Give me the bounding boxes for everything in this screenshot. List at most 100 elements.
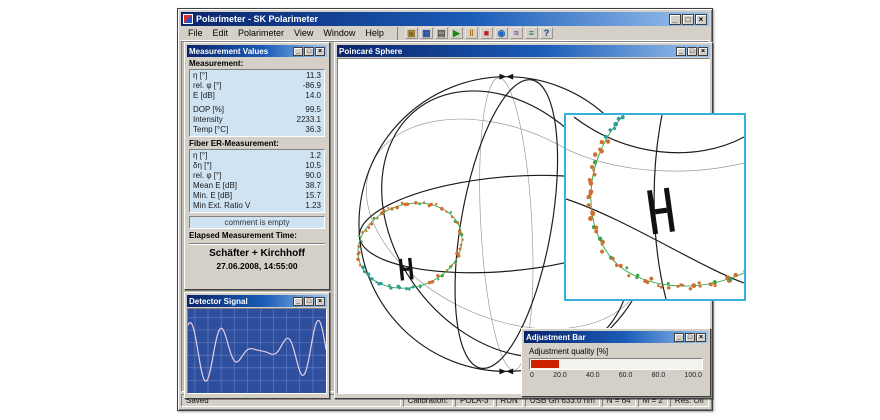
menu-view[interactable]: View [289,27,318,39]
timestamp-label: 27.06.2008, 14:55:00 [187,261,327,271]
minimize-button[interactable]: _ [293,47,303,56]
row-label: rel. φ [°] [193,81,221,91]
tick-label: 40.0 [586,372,600,379]
measurement-row: rel. φ [°]90.0 [193,171,321,181]
detector-signal-plot [187,308,327,394]
zoom-inset [564,113,746,301]
minimize-button[interactable]: _ [674,333,684,342]
row-label: Intensity [193,115,223,125]
row-value: 38.7 [305,181,321,191]
open-file-icon[interactable]: ▣ [405,27,418,39]
close-button[interactable]: × [315,297,325,306]
row-value: 1.23 [305,201,321,211]
detector-signal-titlebar[interactable]: Detector Signal _□× [187,295,327,307]
menu-help[interactable]: Help [360,27,389,39]
close-button[interactable]: × [698,47,708,56]
row-value: 14.0 [305,91,321,101]
minimize-button[interactable]: _ [669,14,681,25]
row-label: η [°] [193,71,207,81]
adjustment-quality-fill [531,360,559,368]
measurement-row: E [dB] 14.0 [193,91,321,101]
menu-polarimeter[interactable]: Polarimeter [233,27,289,39]
poincare-sphere-title: Poincaré Sphere [339,47,674,56]
measurement-values-titlebar[interactable]: Measurement Values _□× [187,45,327,57]
measurement-row: Temp [°C]36.3 [193,125,321,135]
menu-window[interactable]: Window [318,27,360,39]
close-button[interactable]: × [695,14,707,25]
print-icon[interactable]: ▤ [435,27,448,39]
sphere-marker-h [399,258,414,281]
tick-label: 80.0 [652,372,666,379]
measurement-ring [347,190,473,301]
row-value: 1.2 [310,151,321,161]
measurement-row: δη [°] 10.5 [193,161,321,171]
desktop: Polarimeter - SK Polarimeter _□× FileEdi… [0,0,880,420]
maximize-button[interactable]: □ [304,297,314,306]
detector-signal-icon[interactable]: ≈ [510,27,523,39]
detector-signal-title: Detector Signal [189,297,291,306]
measurement-value-box: η [°] 11.3 rel. φ [°] -86.9 E [dB] 14.0 DOP [%… [189,69,325,137]
menu-file[interactable]: File [183,27,208,39]
window-controls: _□× [669,14,707,25]
row-label: E [dB] [193,91,215,101]
row-value: 11.3 [306,71,321,81]
fiber-er-value-box: η [°] 1.2 δη [°] 10.5rel. φ [°]90.0Mean E [… [189,149,325,213]
measurement-row: η [°] 11.3 [193,71,321,81]
tick-label: 100.0 [684,372,702,379]
save-icon[interactable]: ▦ [420,27,433,39]
adjustment-bar-title: Adjustment Bar [526,333,672,342]
close-button[interactable]: × [315,47,325,56]
row-label: Min. E [dB] [193,191,232,201]
adjustment-bar-body: Adjustment quality [%] 020.040.060.080.0… [524,344,708,381]
zoom-inset-graphic [566,115,744,299]
help-icon[interactable]: ? [540,27,553,39]
window-controls: _□× [293,297,325,306]
row-value: 90.0 [305,171,321,181]
adjustment-quality-bar [529,358,703,370]
measurement-dots-zoomed [586,115,744,290]
pause-measurement-icon[interactable]: ‖ [465,27,478,39]
close-button[interactable]: × [696,333,706,342]
adjustment-scale: 020.040.060.080.0100.0 [529,372,703,379]
adjustment-bar-window: Adjustment Bar _□× Adjustment quality [%… [521,328,711,397]
row-value: 15.7 [305,191,321,201]
stop-measurement-icon[interactable]: ■ [480,27,493,39]
fiber-er-section-label: Fiber ER-Measurement: [189,139,325,148]
maximize-button[interactable]: □ [685,333,695,342]
maximize-button[interactable]: □ [687,47,697,56]
elapsed-time-label: Elapsed Measurement Time: [189,231,325,240]
measurement-row: Intensity 2233.1 [193,115,321,125]
row-label: Mean E [dB] [193,181,237,191]
detector-signal-window: Detector Signal _□× [184,292,330,399]
measurement-values-icon[interactable]: ≡ [525,27,538,39]
row-label: δη [°] [193,161,212,171]
maximize-button[interactable]: □ [304,47,314,56]
measurement-values-title: Measurement Values [189,47,291,56]
row-label: η [°] [193,151,207,161]
menu-items: FileEditPolarimeterViewWindowHelp [183,27,389,39]
adjustment-bar-titlebar[interactable]: Adjustment Bar _□× [524,331,708,343]
minimize-button[interactable]: _ [676,47,686,56]
row-label: DOP [%] [193,105,224,115]
menu-edit[interactable]: Edit [208,27,234,39]
row-value: 10.5 [305,161,321,171]
start-measurement-icon[interactable]: ▶ [450,27,463,39]
measurement-row: η [°] 1.2 [193,151,321,161]
row-value: -86.9 [303,81,321,91]
comment-field: comment is empty [189,216,325,229]
poincare-sphere-titlebar[interactable]: Poincaré Sphere _□× [337,45,710,57]
maximize-button[interactable]: □ [682,14,694,25]
poincare-sphere-icon[interactable]: ◉ [495,27,508,39]
row-value: 2233.1 [297,115,321,125]
row-label: Min Ext. Ratio V [193,201,250,211]
tick-label: 20.0 [553,372,567,379]
measurement-row: DOP [%]99.5 [193,105,321,115]
app-icon [183,14,193,24]
app-titlebar[interactable]: Polarimeter - SK Polarimeter _□× [181,12,709,26]
measurement-section-label: Measurement: [189,59,325,68]
measurement-row: Min Ext. Ratio V 1.23 [193,201,321,211]
measurement-row: rel. φ [°] -86.9 [193,81,321,91]
minimize-button[interactable]: _ [293,297,303,306]
measurement-row: Min. E [dB] 15.7 [193,191,321,201]
brand-label: Schäfter + Kirchhoff [187,248,327,259]
